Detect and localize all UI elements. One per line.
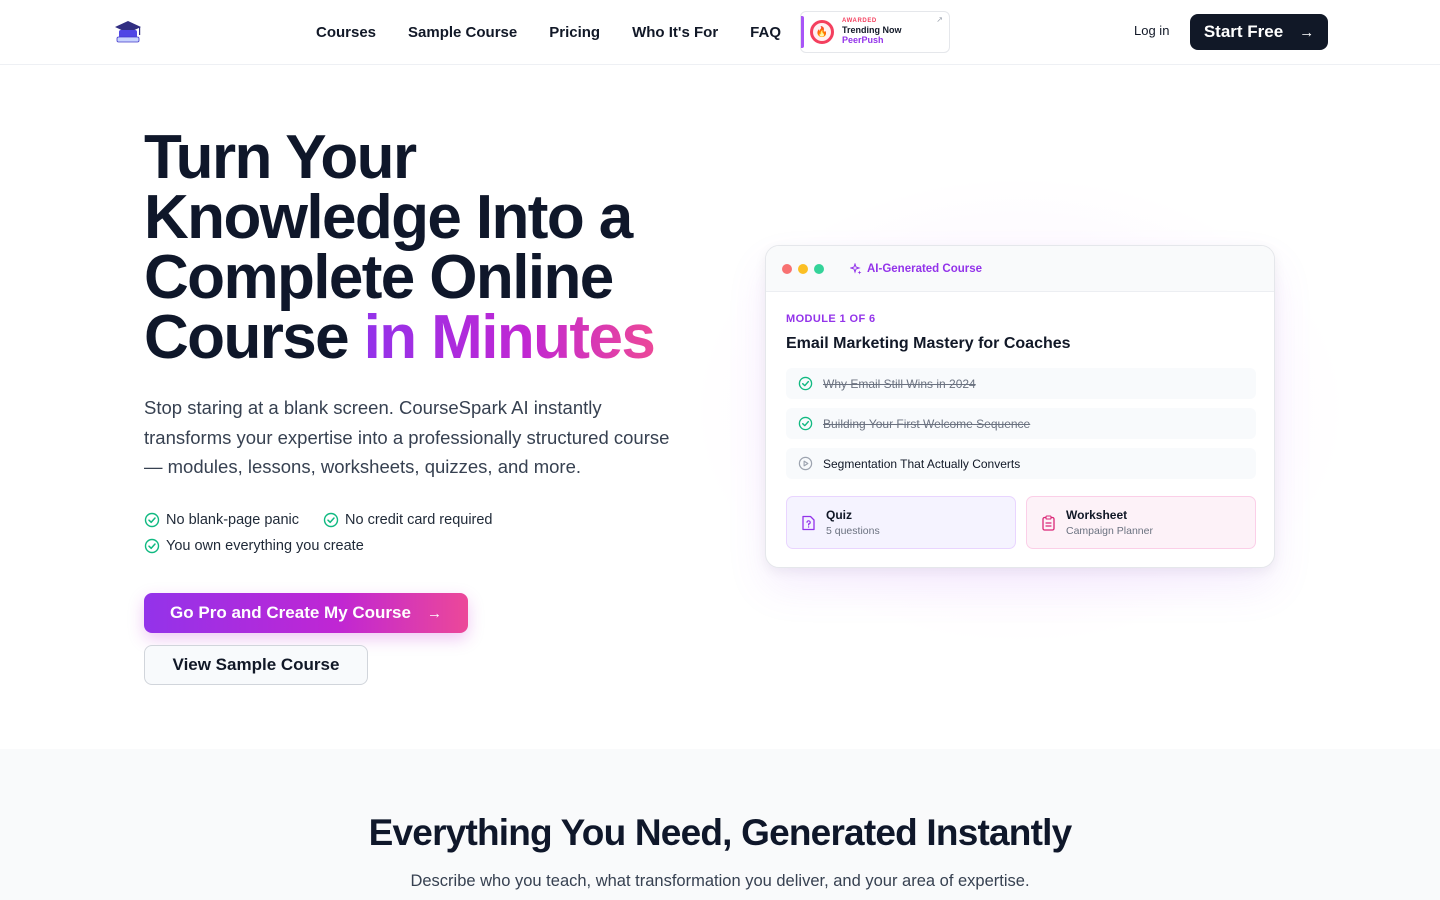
features-section: Everything You Need, Generated Instantly… <box>0 749 1440 900</box>
check-circle-icon <box>798 416 813 431</box>
lesson-label: Why Email Still Wins in 2024 <box>823 376 976 391</box>
badge-title: Trending Now <box>842 25 902 36</box>
check-label: You own everything you create <box>166 538 364 554</box>
arrow-right-icon: → <box>1299 23 1315 41</box>
worksheet-title: Worksheet <box>1066 508 1128 523</box>
view-sample-button[interactable]: View Sample Course <box>144 645 368 685</box>
logo-icon[interactable] <box>112 18 144 46</box>
award-medal-icon: 🔥 <box>810 20 834 44</box>
check-label: No credit card required <box>345 512 493 528</box>
course-title: Email Marketing Mastery for Coaches <box>786 335 1071 352</box>
arrow-right-icon: → <box>426 604 442 622</box>
quiz-file-icon <box>802 515 815 530</box>
window-dot-yellow <box>798 263 808 274</box>
view-sample-label: View Sample Course <box>172 655 340 674</box>
nav-faq[interactable]: FAQ <box>750 24 781 41</box>
check-circle-icon <box>798 376 813 391</box>
check-item: You own everything you create <box>144 538 364 554</box>
nav-sample-course[interactable]: Sample Course <box>408 24 517 41</box>
badge-awarded: AWARDED <box>842 18 877 25</box>
hero-title: Turn Your Knowledge Into a Complete Onli… <box>144 127 704 369</box>
lesson-list: Why Email Still Wins in 2024 Building Yo… <box>786 368 1256 488</box>
nav-courses[interactable]: Courses <box>316 24 376 41</box>
hero-subtitle: Stop staring at a blank screen. CourseSp… <box>144 397 670 477</box>
lesson-item[interactable]: Why Email Still Wins in 2024 <box>786 368 1256 399</box>
start-free-button[interactable]: Start Free → <box>1190 14 1328 50</box>
quiz-title: Quiz <box>826 508 852 523</box>
clipboard-icon <box>1042 514 1055 531</box>
lesson-item[interactable]: Building Your First Welcome Sequence <box>786 408 1256 439</box>
start-free-label: Start Free <box>1203 22 1284 41</box>
module-label: MODULE 1 OF 6 <box>786 313 876 325</box>
card-tag-label: AI-Generated Course <box>867 262 983 275</box>
card-header: AI-Generated Course <box>766 246 1274 292</box>
lesson-label: Segmentation That Actually Converts <box>823 456 1021 471</box>
play-circle-icon <box>798 456 813 471</box>
lesson-item[interactable]: Segmentation That Actually Converts <box>786 448 1256 479</box>
course-preview-card: AI-Generated Course MODULE 1 OF 6 Email … <box>765 245 1275 568</box>
nav-who-its-for[interactable]: Who It's For <box>632 24 718 41</box>
go-pro-label: Go Pro and Create My Course <box>170 603 411 622</box>
quiz-sub: 5 questions <box>826 524 880 537</box>
check-item: No blank-page panic <box>144 512 299 528</box>
worksheet-sub: Campaign Planner <box>1066 524 1153 537</box>
check-circle-icon <box>323 512 339 528</box>
login-link[interactable]: Log in <box>1134 23 1169 38</box>
resource-tiles: Quiz 5 questions Worksheet Campaign Plan… <box>786 496 1256 549</box>
hero-title-accent: in Minutes <box>363 303 656 372</box>
card-tag: AI-Generated Course <box>850 262 983 275</box>
window-dot-green <box>814 263 824 274</box>
quiz-tile[interactable]: Quiz 5 questions <box>786 496 1016 549</box>
lesson-label: Building Your First Welcome Sequence <box>823 416 1031 431</box>
window-dot-red <box>782 263 792 274</box>
check-circle-icon <box>144 538 160 554</box>
badge-brand: PeerPush <box>842 35 884 46</box>
check-item: No credit card required <box>323 512 493 528</box>
top-nav: Courses Sample Course Pricing Who It's F… <box>0 0 1440 65</box>
hero-checklist: No blank-page panic No credit card requi… <box>144 512 564 564</box>
features-title: Everything You Need, Generated Instantly <box>368 812 1073 853</box>
check-label: No blank-page panic <box>166 512 300 528</box>
nav-pricing[interactable]: Pricing <box>549 24 600 41</box>
worksheet-tile[interactable]: Worksheet Campaign Planner <box>1026 496 1256 549</box>
sparkles-icon <box>850 262 862 274</box>
go-pro-button[interactable]: Go Pro and Create My Course → <box>144 593 468 633</box>
external-link-icon: ↗ <box>936 15 943 24</box>
check-circle-icon <box>144 512 160 528</box>
nav-links: Courses Sample Course Pricing Who It's F… <box>316 0 781 64</box>
features-subtitle: Describe who you teach, what transformat… <box>410 872 1030 890</box>
peerpush-badge[interactable]: 🔥 AWARDED Trending Now PeerPush ↗ <box>800 11 950 53</box>
